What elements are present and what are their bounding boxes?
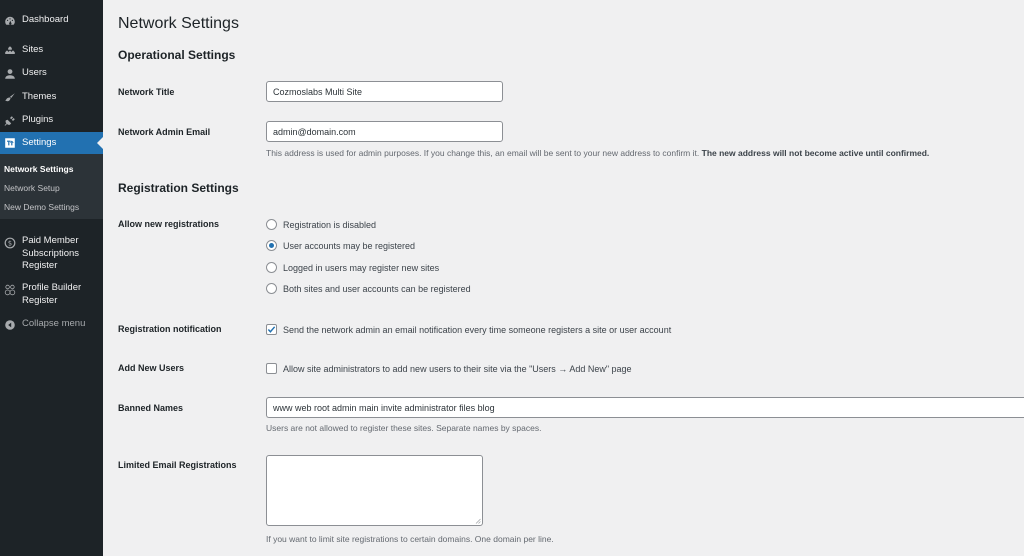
registration-notification-label: Registration notification [118,324,222,334]
admin-sidebar: Dashboard Sites Users Themes Plugins Set… [0,0,103,556]
banned-names-label: Banned Names [118,403,184,413]
submenu-item-network-setup[interactable]: Network Setup [4,183,60,193]
sidebar-item-label: Paid Member Subscriptions Register [22,235,80,271]
sidebar-item-settings[interactable]: Settings [0,132,103,154]
banned-names-description: Users are not allowed to register these … [266,423,542,433]
admin-email-label: Network Admin Email [118,127,211,137]
collapse-menu-label: Collapse menu [22,318,86,329]
dashboard-icon [3,14,16,27]
radio-both[interactable]: Both sites and user accounts can be regi… [266,283,471,294]
add-new-users-checkbox[interactable]: Allow site administrators to add new use… [266,363,632,374]
radio-button[interactable] [266,219,277,230]
submenu-item-network-settings[interactable]: Network Settings [4,164,73,174]
themes-icon [3,91,16,104]
resize-handle-icon[interactable] [475,518,481,524]
settings-icon [3,137,16,150]
sidebar-item-label: Themes [22,91,57,102]
paid-member-icon: $ [3,236,16,249]
sidebar-item-dashboard[interactable]: Dashboard [0,14,103,27]
radio-button-checked[interactable] [266,240,277,251]
collapse-icon [3,318,16,331]
sidebar-item-paid-member-subscriptions[interactable]: $ Paid Member Subscriptions Register [0,235,103,273]
plugins-icon [3,114,16,127]
admin-email-input[interactable]: admin@domain.com [266,121,503,142]
section-title-registration: Registration Settings [118,181,239,195]
radio-button[interactable] [266,283,277,294]
radio-button[interactable] [266,262,277,273]
users-icon [3,67,16,80]
admin-email-description: This address is used for admin purposes.… [266,148,930,158]
sidebar-item-sites[interactable]: Sites [0,44,103,57]
sidebar-item-label: Profile Builder Register [22,282,82,306]
radio-dot [269,243,274,248]
radio-user-accounts[interactable]: User accounts may be registered [266,240,415,251]
sidebar-item-label: Plugins [22,114,54,125]
add-new-users-label: Add New Users [118,363,185,373]
limited-email-textarea[interactable] [266,455,483,526]
checkbox-checked[interactable] [266,324,277,335]
sidebar-item-label: Dashboard [22,14,69,25]
sidebar-item-label: Sites [22,44,44,55]
settings-submenu: Network Settings Network Setup New Demo … [0,154,103,219]
svg-text:$: $ [7,239,11,247]
radio-registration-disabled[interactable]: Registration is disabled [266,219,376,230]
allow-registrations-label: Allow new registrations [118,219,220,229]
sidebar-item-themes[interactable]: Themes [0,91,103,104]
sidebar-item-users[interactable]: Users [0,67,103,80]
collapse-menu-button[interactable]: Collapse menu [0,318,103,331]
submenu-item-new-demo-settings[interactable]: New Demo Settings [4,202,79,212]
limited-email-description: If you want to limit site registrations … [266,534,554,544]
sidebar-item-label: Users [22,67,47,78]
network-title-input[interactable]: Cozmoslabs Multi Site [266,81,503,102]
main-content: Network Settings Operational Settings Ne… [103,0,1024,556]
checkbox[interactable] [266,363,277,374]
radio-logged-in-sites[interactable]: Logged in users may register new sites [266,262,439,273]
sidebar-item-plugins[interactable]: Plugins [0,114,103,127]
checkmark-icon [267,326,276,333]
profile-builder-icon [3,283,16,296]
section-title-operational: Operational Settings [118,48,236,62]
registration-notification-checkbox[interactable]: Send the network admin an email notifica… [266,324,671,335]
banned-names-input[interactable]: www web root admin main invite administr… [266,397,1024,418]
sidebar-item-profile-builder[interactable]: Profile Builder Register [0,282,103,307]
sites-icon [3,44,16,57]
limited-email-label: Limited Email Registrations [118,460,237,470]
page-title: Network Settings [118,15,239,32]
network-title-label: Network Title [118,87,175,97]
sidebar-item-label: Settings [22,136,57,148]
